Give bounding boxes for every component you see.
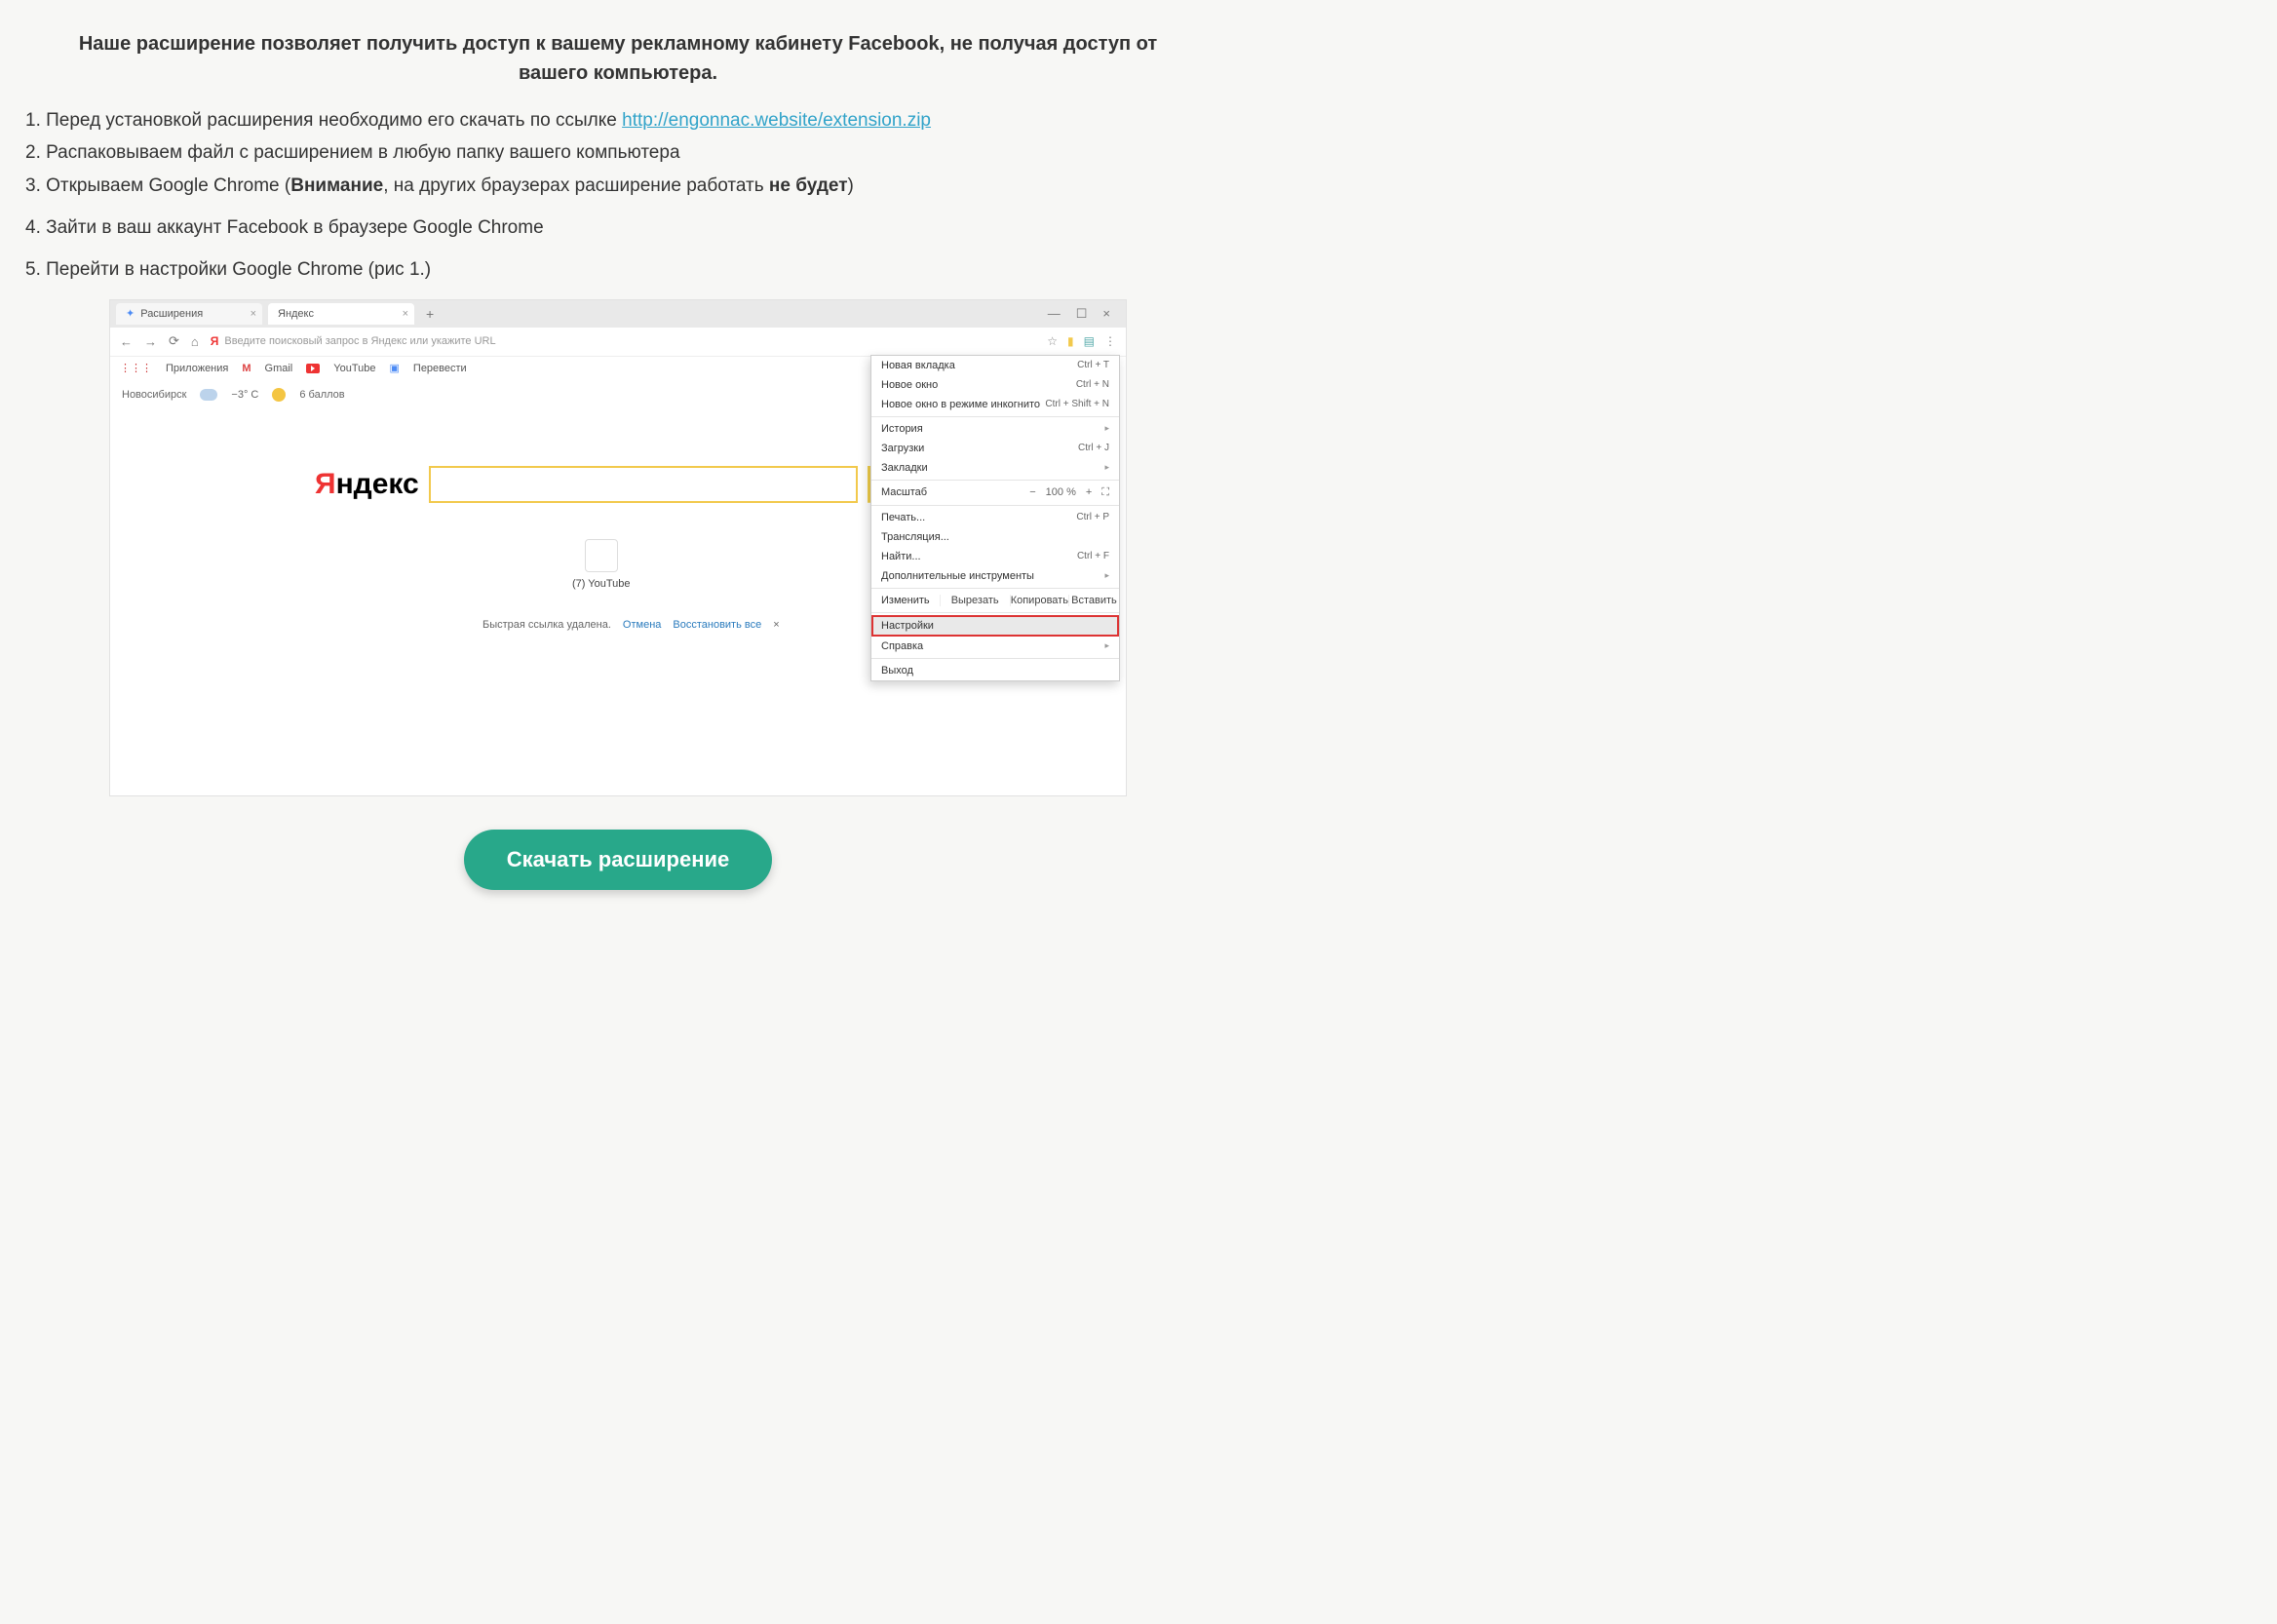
forward-icon: →	[144, 334, 157, 349]
menu-zoom: Масштаб −100 %+⛶	[871, 483, 1119, 503]
step-3b: , на других браузерах расширение работат…	[383, 175, 769, 196]
close-icon: ×	[773, 619, 779, 631]
restore-all-link: Восстановить все	[673, 619, 761, 631]
youtube-icon	[306, 364, 320, 373]
ext2-icon: ▤	[1084, 334, 1095, 348]
menu-print: Печать...Ctrl + P	[871, 508, 1119, 527]
undo-link: Отмена	[623, 619, 661, 631]
temperature: −3° С	[231, 389, 258, 401]
menu-incognito: Новое окно в режиме инкогнитоCtrl + Shif…	[871, 395, 1119, 414]
download-extension-button[interactable]: Скачать расширение	[464, 830, 773, 890]
yandex-logo: Яндекс	[315, 468, 419, 501]
translate-label: Перевести	[413, 363, 467, 374]
menu-downloads: ЗагрузкиCtrl + J	[871, 439, 1119, 458]
menu-find: Найти...Ctrl + F	[871, 547, 1119, 566]
yandex-icon: Я	[211, 334, 219, 348]
step-1: 1. Перед установкой расширения необходим…	[25, 105, 1211, 135]
yandex-search: Яндекс Найти	[315, 466, 955, 503]
star-icon: ☆	[1047, 334, 1058, 348]
chevron-right-icon: ▸	[1104, 640, 1109, 651]
menu-help: Справка▸	[871, 637, 1119, 656]
zoom-in-icon: +	[1086, 486, 1092, 498]
menu-tools: Дополнительные инструменты▸	[871, 566, 1119, 586]
page-heading: Наше расширение позволяет получить досту…	[60, 29, 1176, 88]
url-placeholder: Введите поисковый запрос в Яндекс или ук…	[224, 335, 495, 347]
ext-icon: ▮	[1067, 334, 1074, 348]
new-tab-icon: +	[420, 306, 440, 322]
zoom-out-icon: −	[1029, 486, 1035, 498]
home-icon: ⌂	[191, 334, 199, 349]
step-4: 4. Зайти в ваш аккаунт Facebook в браузе…	[25, 213, 1211, 243]
translate-icon: ▣	[390, 362, 400, 374]
address-bar: ← → ⟳ ⌂ Я Введите поисковый запрос в Янд…	[110, 328, 1126, 357]
figure-1-screenshot: ✦ Расширения × Яндекс × + — ☐ × ← → ⟳ ⌂ …	[109, 299, 1127, 796]
gmail-label: Gmail	[265, 363, 293, 374]
step-3-attention: Внимание	[290, 175, 383, 196]
apps-label: Приложения	[166, 363, 228, 374]
traffic-score: 6 баллов	[299, 389, 344, 401]
youtube-label: YouTube	[333, 363, 375, 374]
download-link[interactable]: http://engonnac.website/extension.zip	[622, 110, 931, 131]
city-label: Новосибирск	[122, 389, 186, 401]
url-field: Я Введите поисковый запрос в Яндекс или …	[211, 334, 1036, 348]
youtube-icon	[594, 550, 609, 561]
chevron-right-icon: ▸	[1104, 423, 1109, 434]
search-input	[429, 466, 858, 503]
traffic-icon	[272, 388, 286, 402]
menu-new-window: Новое окноCtrl + N	[871, 375, 1119, 395]
menu-paste: Вставить	[1068, 595, 1119, 606]
close-window-icon: ×	[1102, 306, 1110, 322]
instruction-list: 1. Перед установкой расширения необходим…	[25, 105, 1211, 286]
menu-bookmarks: Закладки▸	[871, 458, 1119, 478]
step-3-not: не будет	[769, 175, 848, 196]
menu-new-tab: Новая вкладкаCtrl + T	[871, 356, 1119, 375]
step-5: 5. Перейти в настройки Google Chrome (ри…	[25, 254, 1211, 285]
step-3a: 3. Открываем Google Chrome (	[25, 175, 290, 196]
menu-copy: Копировать	[1010, 595, 1068, 606]
menu-cut: Вырезать	[940, 595, 1010, 606]
menu-settings: Настройки	[871, 615, 1119, 637]
step-1-text: 1. Перед установкой расширения необходим…	[25, 110, 622, 131]
youtube-tile: (7) YouTube	[572, 539, 631, 590]
tab-extensions-label: Расширения	[140, 308, 203, 320]
menu-history: История▸	[871, 419, 1119, 439]
minimize-icon: —	[1048, 306, 1061, 322]
menu-cast: Трансляция...	[871, 527, 1119, 547]
weather-icon	[200, 389, 217, 401]
back-icon: ←	[120, 334, 133, 349]
step-3: 3. Открываем Google Chrome (Внимание, на…	[25, 171, 1211, 201]
reload-icon: ⟳	[169, 333, 179, 349]
chrome-menu: Новая вкладкаCtrl + T Новое окноCtrl + N…	[870, 355, 1120, 681]
fullscreen-icon: ⛶	[1101, 486, 1109, 499]
tab-yandex: Яндекс ×	[268, 303, 414, 325]
chevron-right-icon: ▸	[1104, 570, 1109, 581]
apps-icon: ⋮⋮⋮	[120, 362, 152, 374]
menu-dots-icon: ⋮	[1104, 334, 1116, 348]
tab-extensions: ✦ Расширения ×	[116, 303, 262, 325]
window-controls: — ☐ ×	[1048, 306, 1120, 322]
browser-tabstrip: ✦ Расширения × Яндекс × + — ☐ ×	[110, 300, 1126, 328]
quick-link-deleted: Быстрая ссылка удалена. Отмена Восстанов…	[482, 619, 780, 631]
menu-exit: Выход	[871, 661, 1119, 680]
chevron-right-icon: ▸	[1104, 462, 1109, 473]
maximize-icon: ☐	[1076, 306, 1088, 322]
close-icon: ×	[251, 308, 256, 320]
tab-yandex-label: Яндекс	[278, 308, 314, 320]
step-2: 2. Распаковываем файл с расширением в лю…	[25, 137, 1211, 168]
puzzle-icon: ✦	[126, 307, 135, 320]
menu-edit: Изменить Вырезать Копировать Вставить	[871, 591, 1119, 610]
youtube-tile-label: (7) YouTube	[572, 578, 631, 590]
close-icon: ×	[403, 308, 408, 320]
gmail-icon: M	[242, 363, 251, 374]
step-3c: )	[848, 175, 854, 196]
deleted-text: Быстрая ссылка удалена.	[482, 619, 611, 631]
